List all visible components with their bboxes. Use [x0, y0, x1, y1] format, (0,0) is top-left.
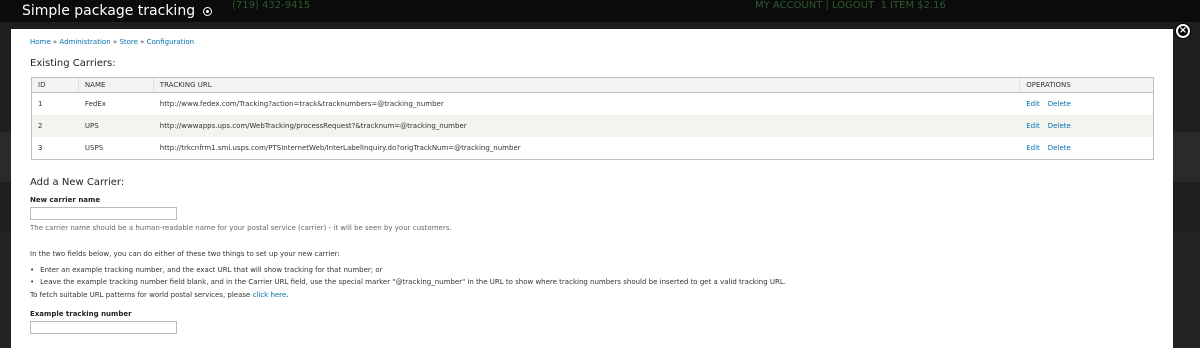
modal-dialog: Home » Administration » Store » Configur…	[11, 29, 1173, 348]
delete-link[interactable]: Delete	[1048, 122, 1071, 130]
carriers-table: ID NAME TRACKING URL OPERATIONS 1 FedEx …	[31, 77, 1154, 160]
list-item: Leave the example tracking number field …	[30, 276, 786, 288]
table-row: 3 USPS http://trkcnfrm1.smi.usps.com/PTS…	[32, 137, 1153, 159]
cell-name: FedEx	[84, 100, 106, 108]
carrier-name-input[interactable]	[30, 207, 177, 220]
carrier-name-label: New carrier name	[30, 196, 101, 204]
example-tracking-number-label: Example tracking number	[30, 310, 132, 318]
close-button[interactable]: ×	[1176, 24, 1190, 38]
add-carrier-heading: Add a New Carrier:	[30, 177, 125, 188]
cell-name: USPS	[84, 144, 104, 152]
example-tracking-number-input[interactable]	[30, 321, 177, 334]
table-row: 1 FedEx http://www.fedex.com/Tracking?ac…	[32, 93, 1153, 115]
carrier-name-description: The carrier name should be a human-reada…	[30, 224, 452, 232]
table-header: ID NAME TRACKING URL OPERATIONS	[32, 78, 1153, 93]
collapse-icon[interactable]	[203, 7, 213, 16]
background-phone: (719) 432-9415	[232, 0, 311, 11]
list-item: Enter an example tracking number, and th…	[30, 264, 786, 276]
table-row: 2 UPS http://wwwapps.ups.com/WebTracking…	[32, 115, 1153, 137]
click-here-link[interactable]: click here	[253, 291, 287, 299]
breadcrumb-configuration[interactable]: Configuration	[147, 38, 194, 46]
cell-id: 1	[38, 100, 43, 108]
breadcrumb-administration[interactable]: Administration	[59, 38, 110, 46]
cell-operations: Edit Delete	[1020, 144, 1153, 152]
instructions-list: Enter an example tracking number, and th…	[30, 264, 786, 288]
breadcrumb-home[interactable]: Home	[30, 38, 51, 46]
instructions-intro: In the two fields below, you can do eith…	[30, 250, 340, 258]
cell-id: 3	[38, 144, 43, 152]
breadcrumb-store[interactable]: Store	[119, 38, 138, 46]
edit-link[interactable]: Edit	[1026, 122, 1040, 130]
column-header-name: NAME	[79, 78, 154, 92]
cell-operations: Edit Delete	[1020, 100, 1153, 108]
breadcrumb: Home » Administration » Store » Configur…	[30, 38, 195, 46]
edit-link[interactable]: Edit	[1026, 144, 1040, 152]
modal-title: Simple package tracking	[22, 3, 213, 19]
fetch-url-patterns-text: To fetch suitable URL patterns for world…	[30, 291, 289, 299]
cell-url: http://www.fedex.com/Tracking?action=tra…	[159, 100, 444, 108]
delete-link[interactable]: Delete	[1048, 100, 1071, 108]
existing-carriers-heading: Existing Carriers:	[30, 58, 116, 69]
edit-link[interactable]: Edit	[1026, 100, 1040, 108]
delete-link[interactable]: Delete	[1048, 144, 1071, 152]
column-header-id: ID	[32, 78, 79, 92]
background-account-links: MY ACCOUNT | LOGOUT 1 ITEM $2.16	[755, 0, 946, 11]
column-header-operations: OPERATIONS	[1026, 81, 1071, 89]
modal-title-text: Simple package tracking	[22, 3, 196, 19]
cell-id: 2	[38, 122, 43, 130]
column-header-tracking-url: TRACKING URL	[154, 78, 1021, 92]
cell-url: http://wwwapps.ups.com/WebTracking/proce…	[159, 122, 467, 130]
cell-operations: Edit Delete	[1020, 122, 1153, 130]
cell-url: http://trkcnfrm1.smi.usps.com/PTSInterne…	[159, 144, 521, 152]
cell-name: UPS	[84, 122, 99, 130]
